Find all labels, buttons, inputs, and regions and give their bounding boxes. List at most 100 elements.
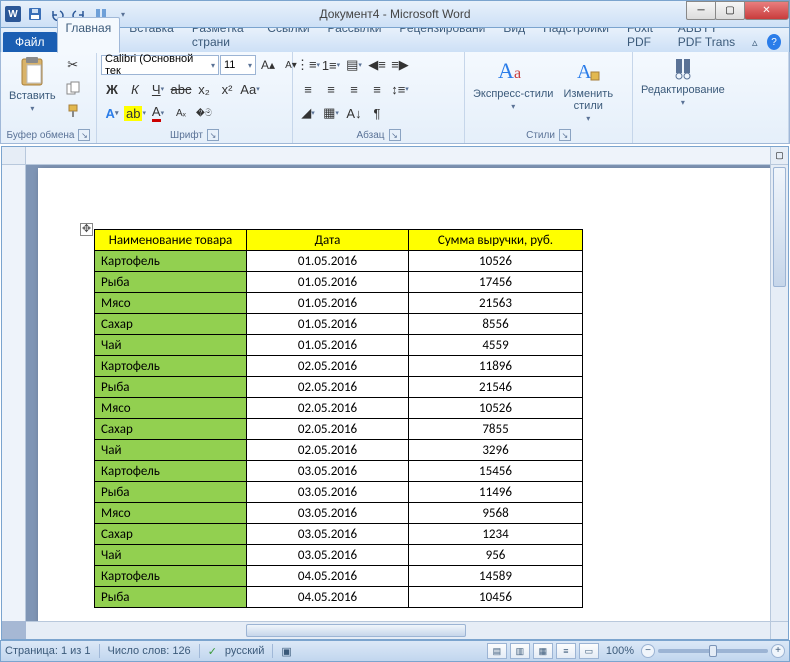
table-cell[interactable]: Картофель <box>95 566 247 587</box>
scroll-thumb-v[interactable] <box>773 167 786 287</box>
table-header[interactable]: Сумма выручки, руб. <box>409 230 583 251</box>
change-styles-button[interactable]: A Изменить стили▾ <box>559 54 617 125</box>
table-cell[interactable]: 02.05.2016 <box>247 356 409 377</box>
table-cell[interactable]: Чай <box>95 440 247 461</box>
table-cell[interactable]: 03.05.2016 <box>247 482 409 503</box>
table-cell[interactable]: Рыба <box>95 482 247 503</box>
help-icon[interactable]: ? <box>767 34 781 50</box>
table-cell[interactable]: 01.05.2016 <box>247 314 409 335</box>
underline-button[interactable]: Ч▾ <box>147 78 169 100</box>
table-cell[interactable]: 11896 <box>409 356 583 377</box>
status-page[interactable]: Страница: 1 из 1 <box>5 645 91 657</box>
table-cell[interactable]: 14589 <box>409 566 583 587</box>
table-cell[interactable]: 17456 <box>409 272 583 293</box>
status-lang[interactable]: русский <box>225 645 264 657</box>
table-cell[interactable]: Рыба <box>95 272 247 293</box>
table-cell[interactable]: 02.05.2016 <box>247 377 409 398</box>
table-header[interactable]: Дата <box>247 230 409 251</box>
table-row[interactable]: Чай03.05.2016956 <box>95 545 583 566</box>
table-row[interactable]: Сахар02.05.20167855 <box>95 419 583 440</box>
table-cell[interactable]: 21546 <box>409 377 583 398</box>
table-row[interactable]: Мясо02.05.201610526 <box>95 398 583 419</box>
font-launcher[interactable]: ↘ <box>207 129 219 141</box>
line-spacing-button[interactable]: ↕≡▾ <box>389 78 411 100</box>
text-effects-button[interactable]: A▾ <box>101 102 123 124</box>
table-cell[interactable]: 04.05.2016 <box>247 566 409 587</box>
table-cell[interactable]: 03.05.2016 <box>247 461 409 482</box>
table-cell[interactable]: 956 <box>409 545 583 566</box>
table-cell[interactable]: Сахар <box>95 314 247 335</box>
macro-record-icon[interactable]: ▣ <box>281 645 291 658</box>
ruler-horizontal[interactable] <box>26 147 770 165</box>
table-cell[interactable]: 1234 <box>409 524 583 545</box>
page[interactable]: ✥ Наименование товараДатаСумма выручки, … <box>38 168 770 621</box>
status-words[interactable]: Число слов: 126 <box>108 645 191 657</box>
table-cell[interactable]: 01.05.2016 <box>247 335 409 356</box>
table-cell[interactable]: 01.05.2016 <box>247 272 409 293</box>
show-marks-button[interactable]: ¶ <box>366 102 388 124</box>
zoom-value[interactable]: 100% <box>606 645 634 657</box>
table-row[interactable]: Картофель04.05.201614589 <box>95 566 583 587</box>
clear-formatting-button[interactable]: Aₓ <box>170 102 192 124</box>
table-cell[interactable]: 04.05.2016 <box>247 587 409 608</box>
table-cell[interactable]: Мясо <box>95 503 247 524</box>
multilevel-button[interactable]: ▤▾ <box>343 54 365 76</box>
data-table[interactable]: Наименование товараДатаСумма выручки, ру… <box>94 229 583 608</box>
table-row[interactable]: Мясо03.05.20169568 <box>95 503 583 524</box>
table-cell[interactable]: 10456 <box>409 587 583 608</box>
spellcheck-icon[interactable]: ✓ <box>208 645 217 658</box>
table-cell[interactable]: 10526 <box>409 398 583 419</box>
view-full-read[interactable]: ▥ <box>510 643 530 659</box>
table-cell[interactable]: 03.05.2016 <box>247 545 409 566</box>
table-cell[interactable]: Рыба <box>95 377 247 398</box>
strikethrough-button[interactable]: abc <box>170 78 192 100</box>
table-row[interactable]: Сахар03.05.20161234 <box>95 524 583 545</box>
table-cell[interactable]: Рыба <box>95 587 247 608</box>
table-row[interactable]: Чай02.05.20163296 <box>95 440 583 461</box>
tab-главная[interactable]: Главная <box>57 17 121 53</box>
superscript-button[interactable]: x² <box>216 78 238 100</box>
clipboard-launcher[interactable]: ↘ <box>78 129 90 141</box>
bullets-button[interactable]: ⋮≡▾ <box>297 54 319 76</box>
cut-button[interactable]: ✂ <box>62 54 84 76</box>
sort-button[interactable]: A↓ <box>343 102 365 124</box>
scrollbar-horizontal[interactable] <box>26 621 770 639</box>
styles-launcher[interactable]: ↘ <box>559 129 571 141</box>
enclose-chars-button[interactable]: �ම <box>193 102 215 124</box>
table-row[interactable]: Сахар01.05.20168556 <box>95 314 583 335</box>
italic-button[interactable]: К <box>124 78 146 100</box>
minimize-button[interactable]: ─ <box>686 1 716 20</box>
table-cell[interactable]: 9568 <box>409 503 583 524</box>
justify-button[interactable]: ≡ <box>366 78 388 100</box>
table-cell[interactable]: Мясо <box>95 293 247 314</box>
table-row[interactable]: Рыба02.05.201621546 <box>95 377 583 398</box>
table-row[interactable]: Мясо01.05.201621563 <box>95 293 583 314</box>
table-cell[interactable]: Сахар <box>95 419 247 440</box>
table-row[interactable]: Чай01.05.20164559 <box>95 335 583 356</box>
table-cell[interactable]: 11496 <box>409 482 583 503</box>
table-cell[interactable]: Сахар <box>95 524 247 545</box>
change-case-button[interactable]: Aa▾ <box>239 78 261 100</box>
numbering-button[interactable]: 1≡▾ <box>320 54 342 76</box>
shading-button[interactable]: ◢▾ <box>297 102 319 124</box>
highlight-button[interactable]: ab▾ <box>124 102 146 124</box>
align-right-button[interactable]: ≡ <box>343 78 365 100</box>
align-left-button[interactable]: ≡ <box>297 78 319 100</box>
view-web[interactable]: ▦ <box>533 643 553 659</box>
bold-button[interactable]: Ж <box>101 78 123 100</box>
table-row[interactable]: Картофель01.05.201610526 <box>95 251 583 272</box>
table-cell[interactable]: Картофель <box>95 251 247 272</box>
table-cell[interactable]: 02.05.2016 <box>247 419 409 440</box>
subscript-button[interactable]: x₂ <box>193 78 215 100</box>
table-cell[interactable]: 02.05.2016 <box>247 440 409 461</box>
format-painter-button[interactable] <box>62 100 84 122</box>
table-cell[interactable]: 01.05.2016 <box>247 293 409 314</box>
save-button[interactable] <box>25 4 45 24</box>
table-cell[interactable]: 8556 <box>409 314 583 335</box>
table-cell[interactable]: 03.05.2016 <box>247 503 409 524</box>
table-cell[interactable]: Картофель <box>95 461 247 482</box>
borders-button[interactable]: ▦▾ <box>320 102 342 124</box>
paste-button[interactable]: Вставить ▾ <box>5 54 60 115</box>
table-cell[interactable]: 21563 <box>409 293 583 314</box>
table-cell[interactable]: Чай <box>95 545 247 566</box>
